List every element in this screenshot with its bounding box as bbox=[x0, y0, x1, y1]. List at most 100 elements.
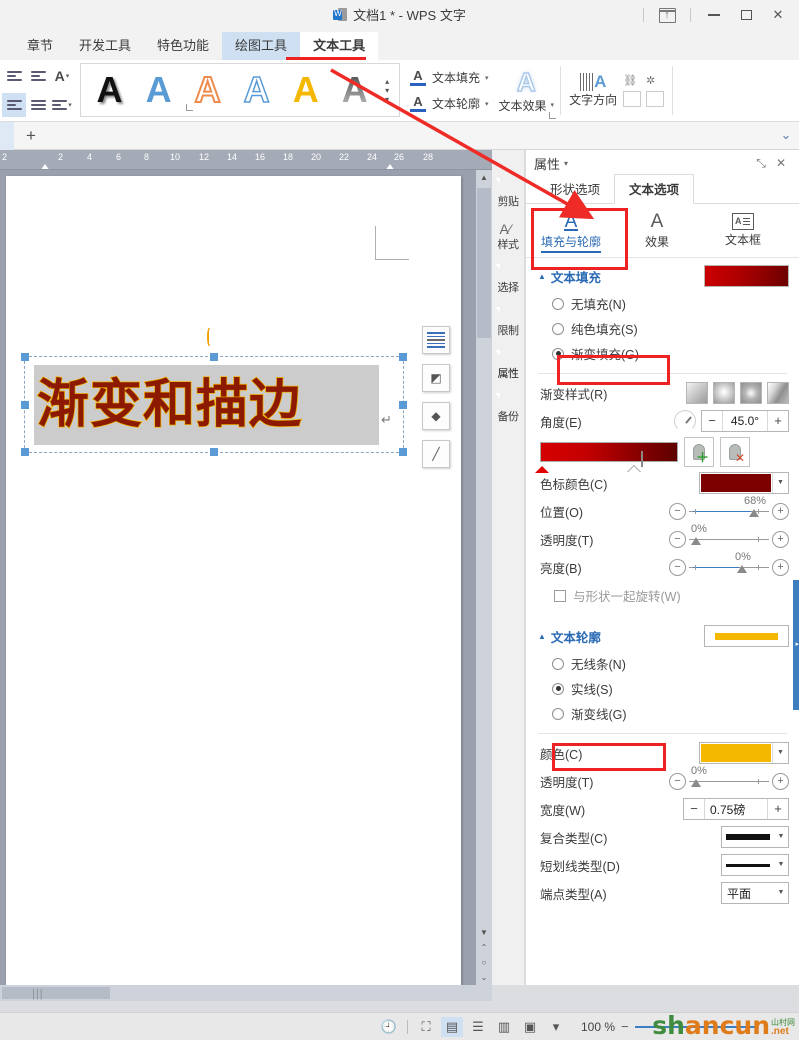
sidebar-item-properties[interactable]: 属性 bbox=[492, 350, 525, 380]
fill-transparency-slider[interactable]: − 0% + bbox=[669, 523, 789, 548]
radio-button[interactable] bbox=[552, 322, 564, 335]
revision-history-icon[interactable]: 🕘 bbox=[378, 1017, 400, 1037]
edit-shape-icon[interactable]: ◩ bbox=[422, 364, 450, 392]
ribbon-tab-kaifagongju[interactable]: 开发工具 bbox=[66, 32, 144, 60]
minimize-icon[interactable] bbox=[699, 2, 729, 28]
text-outline-icon[interactable]: A bbox=[408, 94, 428, 114]
maximize-icon[interactable] bbox=[731, 2, 761, 28]
expand-ribbon-icon[interactable]: ⌄ bbox=[777, 127, 795, 145]
previous-textbox-icon[interactable] bbox=[623, 91, 642, 107]
radio-solid-fill[interactable]: 纯色填充(S) bbox=[526, 316, 799, 341]
close-icon[interactable]: ✕ bbox=[763, 2, 793, 28]
text-outline-caret-icon[interactable]: ▾ bbox=[485, 100, 489, 108]
outline-width-spinner[interactable]: − 0.75磅 + bbox=[683, 798, 789, 820]
sidebar-item-backup[interactable]: 备份 bbox=[492, 393, 525, 423]
ribbon-tab-huitugongju[interactable]: 绘图工具 bbox=[222, 32, 301, 60]
checkbox-rotate-with-shape[interactable]: 与形状一起旋转(W) bbox=[526, 581, 799, 608]
text-fill-icon[interactable]: A bbox=[408, 68, 428, 88]
wordart-gallery[interactable]: A A A A A A ▴ ▾ ▾ bbox=[80, 63, 400, 117]
text-outline-label[interactable]: 文本轮廓 bbox=[432, 95, 480, 112]
document-tab-active[interactable] bbox=[0, 121, 14, 150]
reading-view-icon[interactable]: ▣ bbox=[519, 1017, 541, 1037]
tab-shape-options[interactable]: 形状选项 bbox=[536, 175, 614, 203]
document-vertical-scrollbar[interactable]: ▲ ▼ ⌃ ○ ⌄ bbox=[476, 170, 492, 985]
gradient-stop-bar[interactable] bbox=[535, 442, 678, 473]
gradient-stop-1[interactable] bbox=[535, 452, 550, 473]
radio-gradient-fill[interactable]: 渐变填充(G) bbox=[526, 341, 799, 366]
wordart-gray-gradient-icon[interactable]: A bbox=[330, 67, 379, 113]
stop-color-swatch[interactable] bbox=[701, 474, 771, 492]
width-decrease-button[interactable]: − bbox=[684, 799, 705, 819]
brightness-decrease-button[interactable]: − bbox=[669, 558, 686, 576]
horizontal-scrollbar[interactable]: ||| bbox=[0, 985, 492, 1001]
slider-knob[interactable] bbox=[737, 564, 747, 573]
radio-gradient-line[interactable]: 渐变线(G) bbox=[526, 701, 799, 726]
sidebar-item-select[interactable]: 选择 bbox=[492, 264, 525, 294]
text-effects-label[interactable]: 文本效果 bbox=[499, 97, 547, 114]
distribute-text-icon[interactable] bbox=[26, 93, 50, 117]
radial-gradient-style-icon[interactable] bbox=[713, 382, 735, 404]
add-tab-button[interactable]: + bbox=[14, 123, 48, 149]
transparency-increase-button[interactable]: + bbox=[772, 530, 789, 548]
checkbox-box[interactable] bbox=[554, 589, 566, 602]
wordart-text-selection[interactable]: 渐变和描边 bbox=[34, 365, 379, 445]
decrease-indent-icon[interactable] bbox=[2, 64, 26, 88]
section-text-fill[interactable]: ▲ 文本填充 bbox=[526, 258, 799, 291]
radio-button[interactable] bbox=[552, 297, 564, 310]
zoom-out-button[interactable]: − bbox=[621, 1019, 629, 1034]
slider-knob[interactable] bbox=[691, 536, 701, 545]
wordart-gold-fill-icon[interactable]: A bbox=[281, 67, 330, 113]
chevron-down-icon[interactable]: ▼ bbox=[774, 827, 788, 847]
stop-color-picker[interactable]: ▼ bbox=[699, 472, 789, 494]
width-increase-button[interactable]: + bbox=[767, 799, 788, 819]
slider-knob[interactable] bbox=[691, 778, 701, 787]
outline-color-swatch[interactable] bbox=[701, 744, 771, 762]
panel-expand-arrow-icon[interactable]: ▸ bbox=[795, 640, 799, 648]
layout-options-icon[interactable] bbox=[422, 326, 450, 354]
angle-spinner[interactable]: − 45.0° + bbox=[701, 410, 789, 432]
restore-panel-icon[interactable]: ⤡ bbox=[751, 153, 771, 173]
section-text-outline[interactable]: ▲ 文本轮廓 bbox=[526, 618, 799, 651]
horizontal-ruler[interactable]: 2 2 4 6 8 10 12 14 16 18 20 22 24 26 28 bbox=[0, 150, 492, 170]
text-direction-label[interactable]: 文字方向 bbox=[569, 91, 617, 108]
radio-button[interactable] bbox=[552, 657, 564, 670]
web-view-icon[interactable]: ▥ bbox=[493, 1017, 515, 1037]
wordart-gallery-more-icon[interactable]: ▴ ▾ ▾ bbox=[379, 77, 395, 104]
resize-handle-w[interactable] bbox=[21, 400, 29, 409]
fill-color-icon[interactable]: ◆ bbox=[422, 402, 450, 430]
scrollbar-thumb[interactable] bbox=[477, 188, 491, 338]
link-textbox-icon[interactable]: ⛓ bbox=[623, 74, 637, 87]
radio-button[interactable] bbox=[552, 707, 564, 720]
text-fill-label[interactable]: 文本填充 bbox=[432, 69, 480, 86]
rotate-handle-icon[interactable] bbox=[207, 328, 221, 352]
brightness-increase-button[interactable]: + bbox=[772, 558, 789, 576]
increase-indent-icon[interactable] bbox=[26, 64, 50, 88]
sidebar-item-clipboard[interactable]: 剪贴 bbox=[492, 178, 525, 208]
line-color-icon[interactable]: ╱ bbox=[422, 440, 450, 468]
text-effects-caret-icon[interactable]: ▾ bbox=[551, 101, 555, 109]
chevron-down-icon[interactable]: ▼ bbox=[772, 473, 788, 493]
panel-menu-caret-icon[interactable]: ▾ bbox=[564, 159, 568, 168]
select-browse-object-icon[interactable]: ○ bbox=[476, 955, 492, 970]
paragraph-dialog-launcher[interactable] bbox=[186, 104, 193, 111]
resize-handle-e[interactable] bbox=[399, 400, 407, 409]
sidebar-item-styles[interactable]: A⁄ 样式 bbox=[492, 221, 525, 251]
selected-textbox[interactable]: 渐变和描边 ↵ bbox=[21, 328, 407, 456]
collapse-triangle-icon[interactable]: ▲ bbox=[538, 272, 546, 281]
remove-gradient-stop-icon[interactable]: ✕ bbox=[720, 437, 750, 467]
wordart-blue-outline-icon[interactable]: A bbox=[232, 67, 281, 113]
position-increase-button[interactable]: + bbox=[772, 502, 789, 520]
collapse-triangle-icon[interactable]: ▲ bbox=[538, 632, 546, 641]
view-options-caret-icon[interactable]: ▾ bbox=[545, 1017, 567, 1037]
page-view-icon[interactable]: ▤ bbox=[441, 1016, 463, 1037]
outline-transparency-decrease-button[interactable]: − bbox=[669, 772, 686, 790]
tab-text-options[interactable]: 文本选项 bbox=[614, 174, 695, 204]
position-decrease-button[interactable]: − bbox=[669, 502, 686, 520]
document-page[interactable]: 渐变和描边 ↵ bbox=[6, 176, 461, 991]
slider-knob[interactable] bbox=[749, 508, 759, 517]
width-value[interactable]: 0.75磅 bbox=[705, 801, 767, 818]
line-spacing-icon[interactable]: ▾ bbox=[50, 93, 74, 117]
text-effects-dialog-launcher[interactable] bbox=[549, 112, 557, 119]
hscrollbar-thumb[interactable] bbox=[2, 987, 110, 999]
outline-transparency-slider[interactable]: − 0% + bbox=[669, 765, 789, 790]
